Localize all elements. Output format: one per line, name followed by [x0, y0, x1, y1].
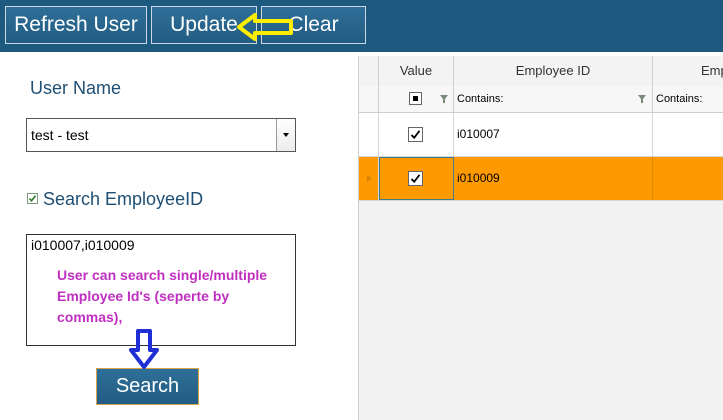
grid-filter-row: Contains: Contains: [359, 86, 723, 113]
left-panel: User Name test - test Search EmployeeID … [0, 52, 358, 420]
employee-grid: Value Employee ID Emp Contains: Contains… [358, 56, 723, 420]
check-icon [410, 130, 421, 140]
employee-id-cell: i010009 [454, 157, 653, 200]
user-name-select[interactable]: test - test [26, 118, 296, 152]
filter-value-cell [379, 86, 454, 112]
chevron-down-icon [283, 133, 289, 137]
emp-cell [653, 113, 723, 156]
employee-id-value: i010007 [457, 127, 500, 141]
column-header-employee-id[interactable]: Employee ID [454, 56, 653, 86]
emp-cell [653, 157, 723, 200]
grid-header: Value Employee ID Emp [359, 56, 723, 87]
table-row[interactable]: i010009 [359, 157, 723, 201]
column-header-value[interactable]: Value [379, 56, 454, 86]
dropdown-button[interactable] [276, 119, 295, 151]
filter-indicator-cell [359, 86, 379, 112]
employee-ids-value: i010007,i010009 [31, 237, 135, 253]
filter-employee-id-cell[interactable]: Contains: [454, 86, 653, 112]
row-indicator [359, 157, 379, 200]
current-row-icon [367, 175, 372, 182]
annotation-arrow-yellow-icon [237, 13, 293, 41]
annotation-arrow-blue-icon [129, 329, 159, 369]
search-button[interactable]: Search [96, 368, 199, 405]
filter-emp-text: Contains: [656, 93, 703, 105]
check-icon [28, 195, 37, 203]
employee-id-cell: i010007 [454, 113, 653, 156]
value-cell [379, 113, 454, 156]
filter-employee-id-text: Contains: [457, 93, 504, 105]
row-checkbox[interactable] [408, 127, 423, 142]
filter-emp-cell[interactable]: Contains: [653, 86, 723, 112]
indeterminate-icon [413, 96, 418, 101]
employee-ids-textarea[interactable]: i010007,i010009 User can search single/m… [26, 234, 296, 346]
row-indicator [359, 113, 379, 156]
annotation-note: User can search single/multiple Employee… [57, 267, 268, 325]
filter-icon[interactable] [638, 95, 646, 103]
select-all-checkbox[interactable] [409, 92, 422, 105]
row-checkbox[interactable] [408, 171, 423, 186]
refresh-user-button[interactable]: Refresh User [5, 6, 147, 44]
check-icon [410, 174, 421, 184]
search-employee-checkbox[interactable] [27, 193, 38, 204]
top-toolbar: Refresh User Update Clear [0, 0, 723, 52]
search-employee-label: Search EmployeeID [43, 189, 204, 209]
value-cell [379, 157, 454, 200]
table-row[interactable]: i010007 [359, 113, 723, 157]
user-name-label: User Name [30, 78, 122, 98]
column-header-emp[interactable]: Emp [653, 56, 723, 86]
row-indicator-header [359, 56, 379, 86]
employee-id-value: i010009 [457, 171, 500, 185]
user-name-select-value: test - test [31, 127, 89, 143]
filter-icon[interactable] [440, 95, 448, 103]
